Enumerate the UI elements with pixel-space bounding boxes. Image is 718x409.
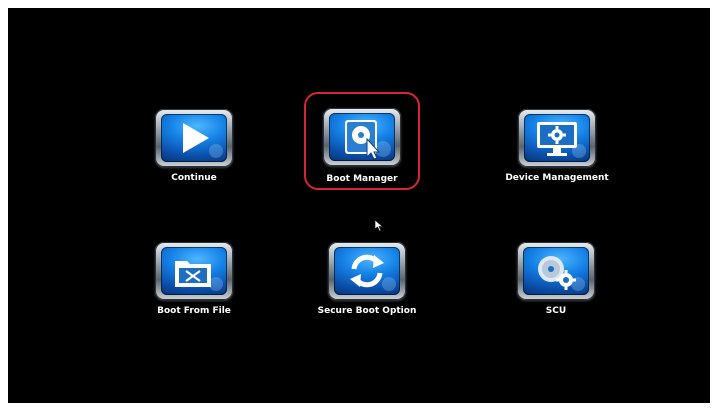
tile-scu[interactable]: SCU bbox=[501, 238, 611, 320]
folder-file-icon bbox=[175, 261, 211, 287]
tile-continue[interactable]: Continue bbox=[139, 105, 249, 187]
disk-pointer-icon bbox=[345, 120, 381, 160]
secure-boot-option-label: Secure Boot Option bbox=[317, 306, 417, 316]
device-management-icon-frame bbox=[518, 109, 596, 167]
scu-icon-frame bbox=[517, 242, 595, 300]
scu-label: SCU bbox=[545, 306, 567, 316]
boot-from-file-icon-frame bbox=[155, 242, 233, 300]
boot-manager-label: Boot Manager bbox=[326, 174, 398, 184]
tile-secure-boot-option[interactable]: Secure Boot Option bbox=[307, 238, 427, 320]
tile-boot-manager[interactable]: Boot Manager bbox=[304, 92, 420, 190]
secure-boot-option-icon-frame bbox=[328, 242, 406, 300]
continue-label: Continue bbox=[171, 173, 217, 183]
boot-from-file-label: Boot From File bbox=[157, 306, 231, 316]
tile-boot-from-file[interactable]: Boot From File bbox=[139, 238, 249, 320]
play-icon bbox=[183, 123, 209, 153]
boot-manager-icon-frame bbox=[323, 108, 401, 166]
refresh-arrows-icon bbox=[350, 254, 384, 288]
continue-icon-frame bbox=[155, 109, 233, 167]
disc-gears-icon bbox=[538, 256, 576, 290]
boot-menu-screen: Continue Boot Manager Device Management … bbox=[8, 8, 710, 403]
monitor-gear-icon bbox=[537, 122, 577, 156]
device-management-label: Device Management bbox=[505, 173, 609, 183]
mouse-cursor-icon bbox=[375, 220, 384, 232]
tile-device-management[interactable]: Device Management bbox=[492, 105, 622, 187]
